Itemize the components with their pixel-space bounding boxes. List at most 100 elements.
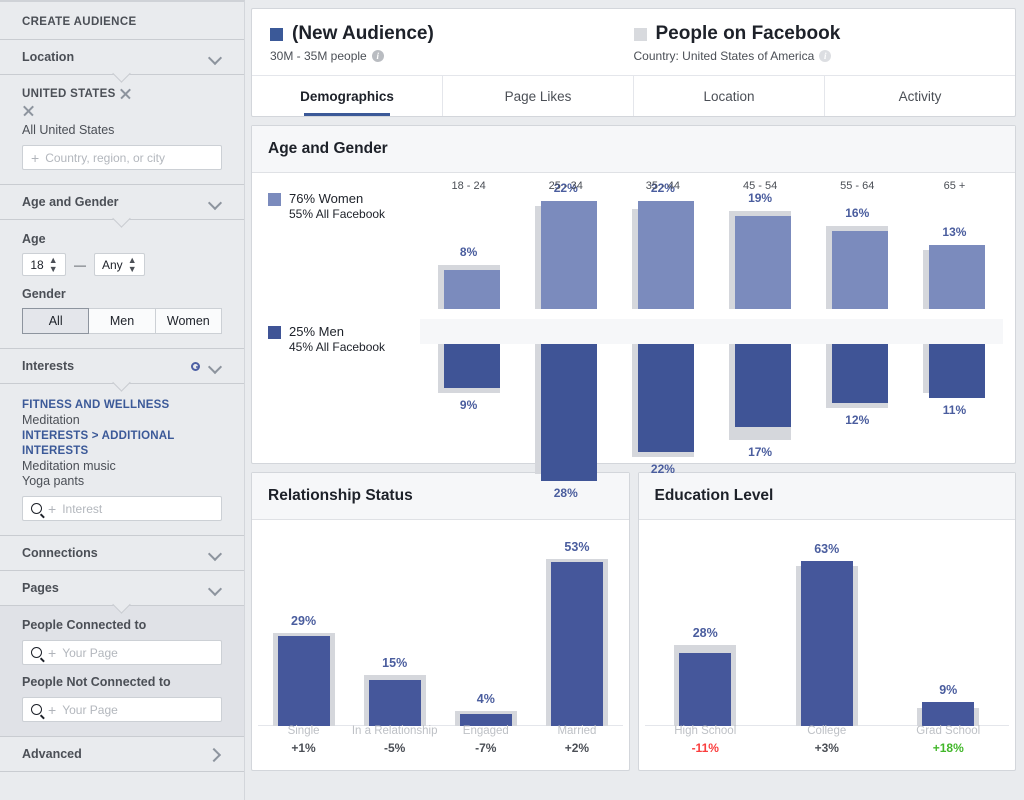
sidebar-section-pages[interactable]: Pages [0,570,244,607]
chevron-down-icon[interactable] [209,51,222,64]
location-input[interactable]: + Country, region, or city [22,145,222,170]
age-gender-column: 22% 25 - 34 28% [517,173,614,500]
category-name: Married [557,725,597,738]
gender-option-women[interactable]: Women [154,308,222,334]
insight-tabs: Demographics Page Likes Location Activit… [252,75,1015,116]
close-icon[interactable] [22,104,35,117]
education-level-chart: 28% High School -11% 63% College +3% 9% Grad Sc… [639,520,1016,770]
legend-women-baseline: 55% All Facebook [289,207,386,221]
interest-category[interactable]: INTERESTS > ADDITIONAL INTERESTS [22,429,222,458]
women-bar[interactable] [929,245,986,309]
sidebar-section-age-gender[interactable]: Age and Gender [0,184,244,220]
chevron-down-icon[interactable] [209,360,222,373]
people-connected-input[interactable]: + Your Page [22,640,222,666]
sidebar-section-age-gender-label: Age and Gender [22,195,119,209]
age-max-value: Any [102,257,123,272]
chart-column: 4% Engaged -7% [440,520,531,770]
women-value-label: 8% [459,244,478,259]
category-axis-label: Engaged -7% [440,724,531,756]
relationship-status-card: Relationship Status 29% Single +1% 15% In a … [251,472,630,771]
interest-input-placeholder: Interest [62,501,103,516]
gender-option-men[interactable]: Men [88,308,156,334]
interest-input[interactable]: + Interest [22,496,222,522]
value-bar[interactable] [922,702,975,726]
category-name: In a Relationship [351,725,438,738]
value-bar[interactable] [277,636,330,726]
stepper-icon: ▲ ▼ [48,255,58,274]
comparison-name: People on Facebook [655,23,841,44]
category-axis-label: Grad School +18% [888,724,1010,756]
men-value-label: 28% [553,486,578,501]
chevron-down-icon[interactable] [209,547,222,560]
tab-demographics[interactable]: Demographics [252,76,442,116]
age-max-select[interactable]: Any ▲ ▼ [94,253,145,276]
age-range-row: 18 ▲ ▼ — Any ▲ ▼ [22,253,222,276]
men-value-label: 17% [748,444,773,459]
info-icon[interactable]: i [819,50,832,62]
women-bar[interactable] [540,201,597,309]
education-level-columns: 28% High School -11% 63% College +3% 9% Grad Sc… [645,520,1010,770]
value-bar[interactable] [800,560,853,726]
stepper-icon: ▲ ▼ [127,255,137,274]
interest-item[interactable]: Meditation music [22,459,222,473]
men-bar[interactable] [637,344,694,452]
pages-body: People Connected to + Your Page People N… [0,606,244,737]
value-bar[interactable] [679,652,732,726]
men-value-label: 22% [650,461,675,476]
women-bar[interactable] [637,201,694,309]
close-icon[interactable] [119,87,132,100]
men-bar[interactable] [735,344,792,428]
category-axis-label: Married +2% [531,724,622,756]
interest-item[interactable]: Yoga pants [22,474,222,488]
men-bar[interactable] [832,344,889,403]
value-label: 29% [291,614,317,628]
sidebar-section-advanced[interactable]: Advanced [0,736,244,773]
education-level-card: Education Level 28% High School -11% 63% Col… [637,472,1016,771]
tab-location[interactable]: Location [633,76,824,116]
gender-option-all[interactable]: All [22,308,90,334]
sidebar-section-connections[interactable]: Connections [0,535,244,570]
legend-men: 25% Men 45% All Facebook [268,324,385,354]
age-gender-columns: 8% 18 - 24 9% 22% 25 - 34 28% 22% 35 - 44 22% 19%… [420,173,1003,500]
value-label: 53% [564,539,590,554]
location-item: All United States [22,104,222,137]
interest-category[interactable]: FITNESS AND WELLNESS [22,398,222,412]
chevron-down-icon[interactable] [209,196,222,209]
gender-label: Gender [22,287,66,301]
value-bar[interactable] [368,679,421,726]
chart-column: 28% High School -11% [645,520,767,770]
tab-activity[interactable]: Activity [824,76,1015,116]
sidebar-section-interests[interactable]: Interests [0,348,244,384]
plus-icon: + [48,644,57,661]
age-min-select[interactable]: 18 ▲ ▼ [22,253,66,276]
chevron-down-icon[interactable] [209,582,222,595]
women-bar[interactable] [443,269,500,309]
chevron-right-icon[interactable] [209,748,222,761]
women-bar[interactable] [832,230,889,309]
age-band-label: 18 - 24 [451,179,486,192]
men-bar[interactable] [443,344,500,389]
age-gender-plot: 8% 18 - 24 9% 22% 25 - 34 28% 22% 35 - 44 22% 19%… [420,173,1003,500]
men-value-label: 9% [459,398,478,412]
legend-women-value: 76% Women [289,191,364,206]
tab-page-likes[interactable]: Page Likes [442,76,633,116]
interest-item[interactable]: Meditation [22,413,222,427]
age-min-value: 18 [30,257,44,272]
value-bar[interactable] [550,561,603,726]
people-not-connected-input[interactable]: + Your Page [22,697,222,723]
search-icon [31,647,42,659]
location-country-header: UNITED STATES [22,87,222,100]
education-level-title: Education Level [638,473,1015,520]
value-label: 4% [476,691,495,706]
sidebar-section-location-label: Location [22,50,75,64]
value-label: 15% [382,655,408,670]
reset-icon[interactable] [191,361,200,371]
legend-men-swatch [268,326,281,339]
women-bar[interactable] [735,215,792,309]
men-bar[interactable] [540,344,597,482]
info-icon[interactable]: i [371,50,384,62]
sidebar-section-location[interactable]: Location [0,39,244,75]
category-name: College [807,725,847,738]
category-delta: -5% [384,740,406,755]
men-bar[interactable] [929,344,986,398]
